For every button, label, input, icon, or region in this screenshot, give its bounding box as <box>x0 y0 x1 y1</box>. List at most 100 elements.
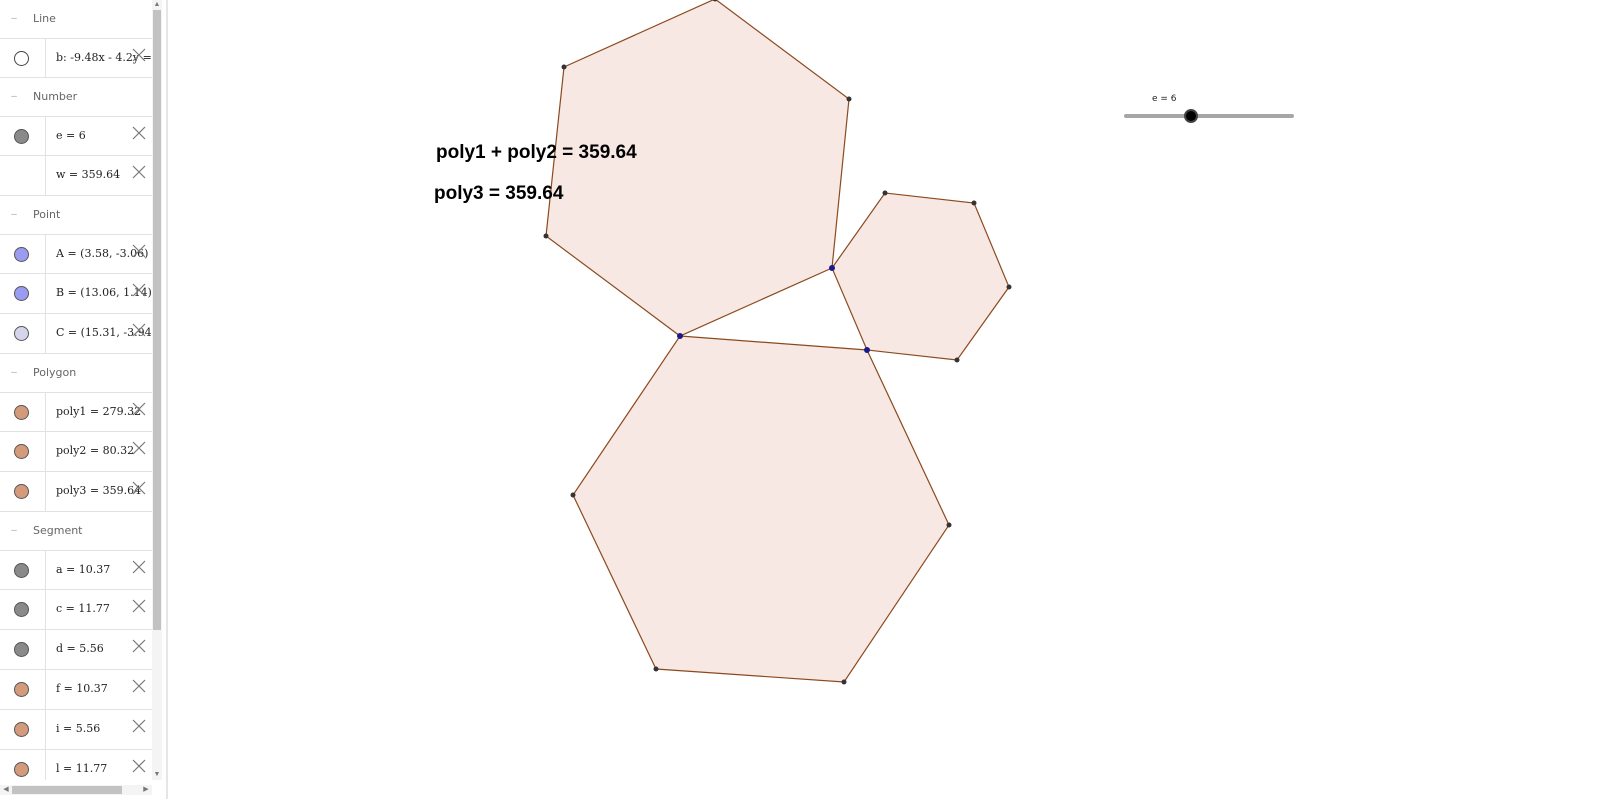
group-title: Polygon <box>33 366 77 379</box>
visibility-toggle-icon[interactable] <box>14 602 29 617</box>
visibility-toggle-icon[interactable] <box>14 286 29 301</box>
algebra-value[interactable]: i = 5.56 <box>56 722 100 735</box>
graphics-view[interactable]: poly1 + poly2 = 359.64 poly3 = 359.64 <box>168 0 1600 799</box>
visibility-cell[interactable] <box>0 472 46 511</box>
scroll-left-icon[interactable]: ◀ <box>2 785 10 795</box>
visibility-cell[interactable] <box>0 39 46 77</box>
algebra-row[interactable]: poly1 = 279.32 <box>0 392 153 432</box>
vertex-point <box>954 357 960 363</box>
group-title: Segment <box>33 524 83 537</box>
polygon-poly2[interactable] <box>831 192 1010 361</box>
visibility-toggle-icon[interactable] <box>14 682 29 697</box>
group-header-line[interactable]: – Line <box>0 0 153 38</box>
delete-icon[interactable] <box>132 323 146 337</box>
horizontal-scrollbar[interactable]: ◀ ▶ <box>0 785 152 795</box>
vertex-point <box>1006 284 1012 290</box>
visibility-cell[interactable] <box>0 710 46 749</box>
delete-icon[interactable] <box>132 441 146 455</box>
algebra-row[interactable]: l = 11.77 <box>0 750 153 780</box>
scroll-down-icon[interactable]: ▼ <box>153 771 161 779</box>
collapse-icon[interactable]: – <box>9 209 19 221</box>
visibility-toggle-icon[interactable] <box>14 326 29 341</box>
visibility-cell[interactable] <box>0 750 46 780</box>
visibility-cell[interactable] <box>0 156 46 195</box>
delete-icon[interactable] <box>132 560 146 574</box>
algebra-row[interactable]: A = (3.58, -3.06) <box>0 234 153 274</box>
polygon-poly1[interactable] <box>545 0 850 337</box>
algebra-row[interactable]: a = 10.37 <box>0 550 153 590</box>
polygon-poly3[interactable] <box>572 335 950 683</box>
algebra-row[interactable]: B = (13.06, 1.14) <box>0 274 153 314</box>
visibility-cell[interactable] <box>0 274 46 313</box>
visibility-cell[interactable] <box>0 235 46 273</box>
algebra-value[interactable]: poly3 = 359.64 <box>56 484 141 497</box>
group-header-segment[interactable]: – Segment <box>0 512 153 550</box>
algebra-value[interactable]: f = 10.37 <box>56 682 108 695</box>
vertical-scrollbar[interactable]: ▲ ▼ <box>152 0 162 780</box>
algebra-row[interactable]: C = (15.31, -3.94) <box>0 314 153 354</box>
scroll-thumb-horizontal[interactable] <box>12 786 122 794</box>
algebra-value[interactable]: poly2 = 80.32 <box>56 444 134 457</box>
visibility-toggle-icon[interactable] <box>14 444 29 459</box>
visibility-cell[interactable] <box>0 432 46 471</box>
algebra-row[interactable]: b: -9.48x - 4.2y = - <box>0 38 153 78</box>
scroll-right-icon[interactable]: ▶ <box>142 785 150 795</box>
delete-icon[interactable] <box>132 719 146 733</box>
group-header-point[interactable]: – Point <box>0 196 153 234</box>
algebra-value[interactable]: d = 5.56 <box>56 642 104 655</box>
text-poly3[interactable]: poly3 = 359.64 <box>434 183 563 205</box>
algebra-value[interactable]: w = 359.64 <box>56 168 120 181</box>
delete-icon[interactable] <box>132 759 146 773</box>
algebra-row[interactable]: c = 11.77 <box>0 590 153 630</box>
visibility-cell[interactable] <box>0 630 46 669</box>
delete-icon[interactable] <box>132 126 146 140</box>
group-header-polygon[interactable]: – Polygon <box>0 354 153 392</box>
slider-e[interactable] <box>1124 109 1294 123</box>
visibility-toggle-icon[interactable] <box>14 129 29 144</box>
visibility-toggle-icon[interactable] <box>14 563 29 578</box>
algebra-row[interactable]: f = 10.37 <box>0 670 153 710</box>
algebra-value[interactable]: l = 11.77 <box>56 762 107 775</box>
visibility-toggle-icon[interactable] <box>14 51 29 66</box>
algebra-row[interactable]: w = 359.64 <box>0 156 153 196</box>
delete-icon[interactable] <box>132 639 146 653</box>
visibility-toggle-icon[interactable] <box>14 722 29 737</box>
delete-icon[interactable] <box>132 165 146 179</box>
algebra-row[interactable]: poly3 = 359.64 <box>0 472 153 512</box>
visibility-cell[interactable] <box>0 393 46 431</box>
delete-icon[interactable] <box>132 244 146 258</box>
delete-icon[interactable] <box>132 48 146 62</box>
delete-icon[interactable] <box>132 481 146 495</box>
visibility-toggle-icon[interactable] <box>14 405 29 420</box>
visibility-toggle-icon[interactable] <box>14 247 29 262</box>
delete-icon[interactable] <box>132 679 146 693</box>
collapse-icon[interactable]: – <box>9 91 19 103</box>
algebra-row[interactable]: poly2 = 80.32 <box>0 432 153 472</box>
algebra-row[interactable]: e = 6 <box>0 116 153 156</box>
collapse-icon[interactable]: – <box>9 367 19 379</box>
algebra-row[interactable]: d = 5.56 <box>0 630 153 670</box>
geometry-canvas[interactable] <box>168 0 1600 799</box>
algebra-value[interactable]: e = 6 <box>56 129 86 142</box>
visibility-toggle-icon[interactable] <box>14 762 29 777</box>
group-header-number[interactable]: – Number <box>0 78 153 116</box>
visibility-cell[interactable] <box>0 314 46 353</box>
visibility-toggle-icon[interactable] <box>14 642 29 657</box>
visibility-cell[interactable] <box>0 670 46 709</box>
visibility-cell[interactable] <box>0 551 46 589</box>
delete-icon[interactable] <box>132 283 146 297</box>
collapse-icon[interactable]: – <box>9 525 19 537</box>
delete-icon[interactable] <box>132 599 146 613</box>
visibility-cell[interactable] <box>0 590 46 629</box>
algebra-row[interactable]: i = 5.56 <box>0 710 153 750</box>
algebra-value[interactable]: a = 10.37 <box>56 563 110 576</box>
algebra-value[interactable]: c = 11.77 <box>56 602 110 615</box>
visibility-cell[interactable] <box>0 117 46 155</box>
text-poly-sum[interactable]: poly1 + poly2 = 359.64 <box>436 142 637 164</box>
scroll-up-icon[interactable]: ▲ <box>153 1 161 9</box>
visibility-toggle-icon[interactable] <box>14 484 29 499</box>
scroll-thumb[interactable] <box>153 10 161 630</box>
collapse-icon[interactable]: – <box>9 13 19 25</box>
algebra-value[interactable]: poly1 = 279.32 <box>56 405 141 418</box>
delete-icon[interactable] <box>132 402 146 416</box>
